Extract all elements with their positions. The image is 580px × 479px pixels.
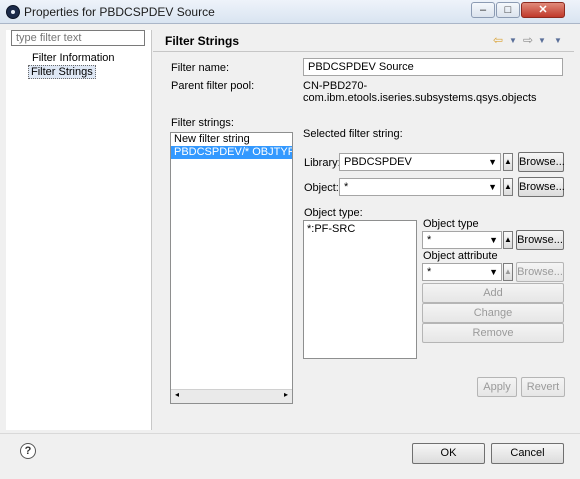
nav-item-filter-information[interactable]: Filter Information [30,52,117,64]
close-button[interactable]: ✕ [521,2,565,18]
list-item-new-filter-string[interactable]: New filter string [171,133,292,146]
list-item-selected-filter-string[interactable]: PBDCSPDEV/* OBJTYPE(*:PF [171,146,292,159]
library-browse-button[interactable]: Browse... [518,152,565,172]
scroll-left-icon[interactable]: ◂ [175,390,179,399]
forward-menu-icon[interactable]: ▼ [538,36,546,45]
view-menu-icon[interactable]: ▼ [554,36,562,45]
filter-name-field[interactable]: PBDCSPDEV Source [303,58,563,76]
dropdown-arrow-icon: ▼ [489,267,498,277]
nav-item-filter-strings[interactable]: Filter Strings [28,65,96,79]
object-value: * [344,181,349,193]
object-label: Object: [304,182,339,194]
ok-button[interactable]: OK [412,443,485,464]
object-type-history-button[interactable]: ▲ [503,231,513,249]
filter-search-input[interactable] [11,30,145,46]
library-combo[interactable]: PBDCSPDEV ▼ [339,153,501,171]
object-type-list-label: Object type: [304,207,363,219]
object-type-combo[interactable]: * ▼ [422,231,502,249]
parent-pool-value: CN-PBD270-com.ibm.etools.iseries.subsyst… [303,80,537,104]
library-label: Library: [304,157,341,169]
revert-button[interactable]: Revert [521,377,565,397]
maximize-button[interactable]: □ [496,2,520,18]
selected-filter-string-label: Selected filter string: [303,128,403,140]
object-browse-button[interactable]: Browse... [518,177,565,197]
forward-arrow-icon[interactable]: ⇨ [523,33,533,47]
app-icon [6,5,20,19]
apply-button[interactable]: Apply [477,377,517,397]
filter-strings-label: Filter strings: [171,117,234,129]
filter-name-label: Filter name: [171,62,230,74]
page-title: Filter Strings [165,34,240,48]
object-type-browse-button[interactable]: Browse... [516,230,564,250]
minimize-button[interactable]: – [471,2,495,18]
scroll-right-icon[interactable]: ▸ [284,390,288,399]
object-history-button[interactable]: ▲ [503,178,513,196]
window-title: Properties for PBDCSPDEV Source [24,5,215,19]
parent-pool-label: Parent filter pool: [171,80,255,92]
filter-strings-list[interactable]: New filter string PBDCSPDEV/* OBJTYPE(*:… [170,132,293,404]
object-attribute-label: Object attribute [423,250,498,262]
dropdown-arrow-icon: ▼ [488,182,497,192]
object-attribute-browse-button[interactable]: Browse... [516,262,564,282]
horizontal-scrollbar[interactable]: ◂ ▸ [171,389,292,403]
object-type-list[interactable]: *:PF-SRC [303,220,417,359]
object-type-value: * [427,234,432,246]
library-history-button[interactable]: ▲ [503,153,513,171]
library-value: PBDCSPDEV [344,156,412,168]
dropdown-arrow-icon: ▼ [489,235,498,245]
navigation-pane [6,30,152,430]
back-menu-icon[interactable]: ▼ [509,36,517,45]
change-button[interactable]: Change [422,303,564,323]
object-type-label: Object type [423,218,479,230]
add-button[interactable]: Add [422,283,564,303]
object-attribute-value: * [427,266,432,278]
back-arrow-icon[interactable]: ⇦ [493,33,503,47]
remove-button[interactable]: Remove [422,323,564,343]
object-attribute-history-button[interactable]: ▲ [503,263,513,281]
cancel-button[interactable]: Cancel [491,443,564,464]
dropdown-arrow-icon: ▼ [488,157,497,167]
list-item-object-type[interactable]: *:PF-SRC [304,221,416,236]
object-attribute-combo[interactable]: * ▼ [422,263,502,281]
object-combo[interactable]: * ▼ [339,178,501,196]
help-icon[interactable]: ? [20,443,36,459]
